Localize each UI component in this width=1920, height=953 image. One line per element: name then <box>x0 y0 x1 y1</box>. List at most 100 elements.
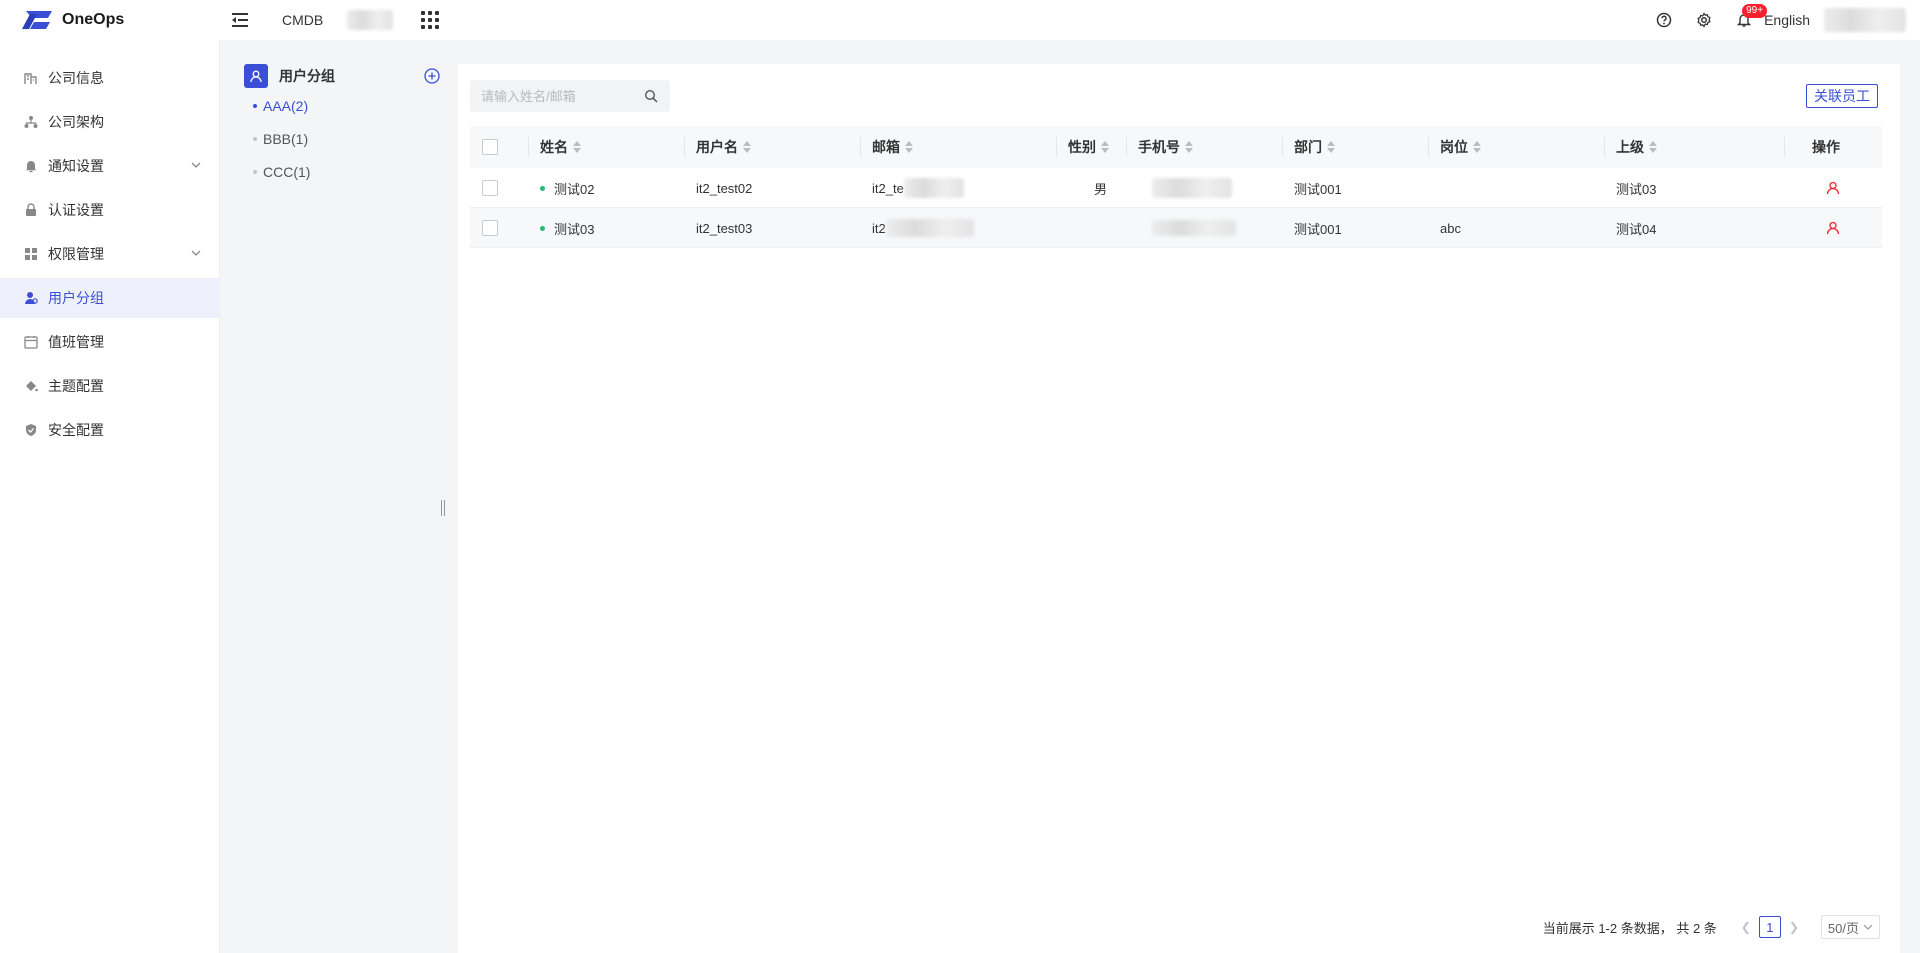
language-switch[interactable]: English <box>1764 12 1810 28</box>
sidebar-item-permission-management[interactable]: 权限管理 <box>0 234 219 274</box>
bell-icon <box>24 159 38 173</box>
sidebar-item-label: 值班管理 <box>48 334 104 350</box>
cell-email-text: it2 <box>872 220 886 236</box>
panel-resize-handle[interactable] <box>441 500 445 516</box>
page-number-current[interactable]: 1 <box>1758 916 1781 938</box>
row-checkbox[interactable] <box>482 180 498 196</box>
sort-icon[interactable] <box>573 141 581 153</box>
user-avatar-icon <box>244 64 268 88</box>
help-icon[interactable] <box>1654 10 1674 30</box>
select-all-checkbox[interactable] <box>482 139 498 155</box>
add-group-plus-icon[interactable] <box>423 67 441 85</box>
logo[interactable]: OneOps <box>0 9 220 31</box>
lock-icon <box>24 203 38 217</box>
sidebar-item-theme-config[interactable]: 主题配置 <box>0 366 219 406</box>
cell-phone <box>1152 208 1236 248</box>
remove-user-icon[interactable] <box>1826 181 1840 195</box>
column-label: 操作 <box>1812 139 1840 155</box>
cell-name-text: 测试02 <box>554 181 595 197</box>
sidebar-item-label: 公司信息 <box>48 70 104 86</box>
column-label: 性别 <box>1068 139 1096 155</box>
sort-icon[interactable] <box>1327 141 1335 153</box>
nav-app-cmdb[interactable]: CMDB <box>282 12 323 28</box>
column-divider <box>1428 137 1429 157</box>
column-header-name[interactable]: 姓名 <box>540 126 581 168</box>
sidebar-item-label: 用户分组 <box>48 290 104 306</box>
column-divider <box>1126 137 1127 157</box>
column-divider <box>860 137 861 157</box>
sort-icon[interactable] <box>1185 141 1193 153</box>
column-divider <box>1056 137 1057 157</box>
page-size-select[interactable]: 50/页 <box>1820 915 1880 939</box>
remove-user-icon[interactable] <box>1826 221 1840 235</box>
group-item-label: BBB(1) <box>263 131 309 147</box>
sidebar-item-label: 公司架构 <box>48 114 104 130</box>
sidebar-item-duty-management[interactable]: 值班管理 <box>0 322 219 362</box>
menu-collapse-icon[interactable] <box>228 8 252 32</box>
sort-icon[interactable] <box>905 141 913 153</box>
tree-dot <box>253 104 257 108</box>
user-group-icon <box>24 291 38 305</box>
group-item-bbb[interactable]: BBB(1) <box>253 131 308 147</box>
sidebar-item-company-structure[interactable]: 公司架构 <box>0 102 219 142</box>
sidebar-item-notification-settings[interactable]: 通知设置 <box>0 146 219 186</box>
sort-icon[interactable] <box>1649 141 1657 153</box>
group-panel-title: 用户分组 <box>279 68 335 84</box>
row-select-cell <box>482 208 498 248</box>
pagination: 当前展示 1-2 条数据， 共 2 条 ❮ 1 ❯ 50/页 <box>1543 915 1880 939</box>
table-row[interactable]: 测试03 it2_test03 it2 测试001 abc 测试04 <box>470 208 1882 248</box>
table-header: 姓名 用户名 邮箱 性别 手机号 部门 岗位 上级 操作 <box>470 126 1882 168</box>
link-employee-button[interactable]: 关联员工 <box>1806 84 1878 108</box>
cell-superior: 测试03 <box>1616 181 1657 197</box>
calendar-icon <box>24 335 38 349</box>
group-item-ccc[interactable]: CCC(1) <box>253 164 310 180</box>
sidebar-item-security-config[interactable]: 安全配置 <box>0 410 219 450</box>
cell-name: 测试02 <box>540 168 594 208</box>
column-label: 岗位 <box>1440 139 1468 155</box>
sidebar-item-label: 通知设置 <box>48 158 104 174</box>
group-item-label: CCC(1) <box>263 164 311 180</box>
group-item-label: AAA(2) <box>263 98 309 114</box>
sidebar-item-user-groups[interactable]: 用户分组 <box>0 278 219 318</box>
search-input[interactable] <box>481 88 641 104</box>
cell-name-text: 测试03 <box>554 221 595 237</box>
building-icon <box>24 71 38 85</box>
sort-icon[interactable] <box>743 141 751 153</box>
notification-badge: 99+ <box>1742 4 1768 18</box>
sidebar-item-auth-settings[interactable]: 认证设置 <box>0 190 219 230</box>
cell-actions <box>1826 168 1840 208</box>
column-header-username[interactable]: 用户名 <box>696 126 751 168</box>
column-header-email[interactable]: 邮箱 <box>872 126 913 168</box>
apps-grid-icon[interactable] <box>421 11 440 29</box>
table-row[interactable]: 测试02 it2_test02 it2_te 男 测试001 测试03 <box>470 168 1882 208</box>
tree-dot <box>253 170 257 174</box>
cell-department: 测试001 <box>1294 221 1342 237</box>
sort-icon[interactable] <box>1473 141 1481 153</box>
row-checkbox[interactable] <box>482 220 498 236</box>
user-avatar[interactable] <box>1824 8 1906 32</box>
shield-icon <box>24 423 38 437</box>
next-page-icon[interactable]: ❯ <box>1789 920 1799 934</box>
blurred-phone <box>1152 220 1236 236</box>
cell-department: 测试001 <box>1294 181 1342 197</box>
tree-dot <box>253 137 257 141</box>
cell-username: it2_test02 <box>696 180 753 196</box>
cell-actions <box>1826 208 1840 248</box>
sidebar-item-company-info[interactable]: 公司信息 <box>0 58 219 98</box>
prev-page-icon[interactable]: ❮ <box>1741 920 1751 934</box>
nav-app-blurred[interactable] <box>347 10 394 30</box>
notification-bell-icon[interactable]: 99+ <box>1734 4 1768 30</box>
sort-icon[interactable] <box>1101 141 1109 153</box>
settings-gear-icon[interactable] <box>1694 10 1714 30</box>
column-header-gender[interactable]: 性别 <box>1068 126 1109 168</box>
column-header-phone[interactable]: 手机号 <box>1138 126 1193 168</box>
column-header-superior[interactable]: 上级 <box>1616 126 1657 168</box>
grid-icon <box>24 247 38 261</box>
search-icon[interactable] <box>644 89 658 103</box>
column-header-position[interactable]: 岗位 <box>1440 126 1481 168</box>
cell-email-text: it2_te <box>872 180 904 196</box>
user-table: 姓名 用户名 邮箱 性别 手机号 部门 岗位 上级 操作 测试02 it2_te… <box>470 126 1882 248</box>
group-item-aaa[interactable]: AAA(2) <box>253 98 308 114</box>
chevron-down-icon <box>191 250 201 256</box>
column-header-department[interactable]: 部门 <box>1294 126 1335 168</box>
